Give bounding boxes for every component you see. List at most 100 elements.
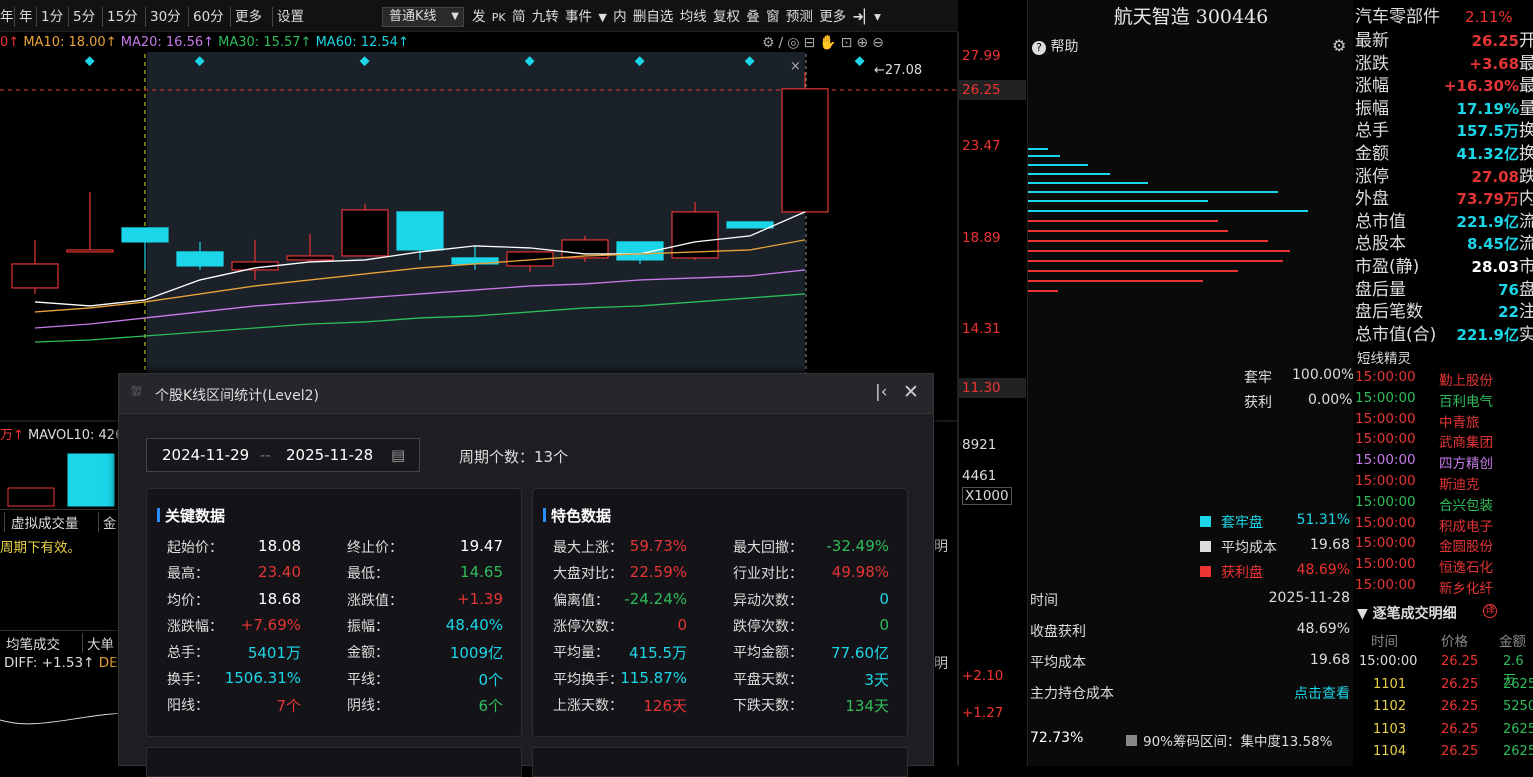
- tool-remove-watch[interactable]: 删自选: [633, 9, 674, 25]
- short-elf-row[interactable]: 15:00:00 积成电子: [1355, 515, 1533, 535]
- chip-stat-row[interactable]: 主力持仓成本 点击查看: [1030, 683, 1350, 703]
- key-label: 最高：: [167, 566, 209, 583]
- key-value: +1.39: [457, 589, 503, 608]
- short-elf-time: 15:00:00: [1355, 452, 1416, 469]
- tool-events-dropdown[interactable]: ▼: [598, 11, 606, 24]
- event-marker[interactable]: [84, 56, 95, 67]
- period-5min[interactable]: 5分: [68, 7, 95, 27]
- tool-ma[interactable]: 均线: [680, 9, 707, 25]
- help-link[interactable]: ? 帮助: [1032, 36, 1078, 56]
- key-label: 金额：: [347, 645, 389, 662]
- key-label: 阴线：: [347, 697, 389, 714]
- chip-bars: [1028, 148, 1308, 292]
- short-elf-row[interactable]: 15:00:00 武商集团: [1355, 431, 1533, 451]
- gear-icon[interactable]: ⚙: [1332, 36, 1346, 55]
- collapse-icon[interactable]: |‹: [875, 382, 888, 402]
- tool-fa[interactable]: 发: [472, 9, 486, 25]
- tool-pk[interactable]: PK: [492, 11, 506, 24]
- chip-bar: [1028, 290, 1058, 292]
- panel-toggle-icon[interactable]: ➜▏▾: [852, 9, 880, 25]
- key-row: 总手： 5401万 金额： 1009亿: [147, 642, 521, 668]
- close-selection-icon[interactable]: ×: [790, 59, 801, 74]
- tool-forecast[interactable]: 预测: [786, 9, 813, 25]
- chip-bar: [1028, 210, 1308, 212]
- tab-avg-trade[interactable]: 均笔成交: [6, 633, 60, 653]
- chip-stat-row: 收盘获利 48.69%: [1030, 621, 1350, 641]
- tool-jiuzhuan[interactable]: 九转: [532, 9, 559, 25]
- period-year[interactable]: 年: [0, 7, 14, 27]
- quote-value: +16.30%: [1443, 77, 1519, 96]
- short-elf-stock: 合兴包装: [1439, 497, 1493, 514]
- concentration-text: 90%筹码区间：集中度13.58%: [1126, 730, 1332, 750]
- period-60min[interactable]: 60分: [188, 7, 224, 27]
- tool-more[interactable]: 更多: [819, 9, 846, 25]
- short-elf-row[interactable]: 15:00:00 百利电气: [1355, 389, 1533, 410]
- volume-bar: [7, 487, 55, 507]
- tool-events[interactable]: 事件: [565, 9, 592, 25]
- axis-tick-3: 18.89: [962, 230, 1001, 246]
- dialog-title-bar: ⛆ 个股K线区间统计(Level2) |‹ ✕: [119, 374, 933, 414]
- period-year-2[interactable]: 年: [14, 7, 33, 27]
- quote-row: 金额 41.32亿换: [1355, 143, 1533, 165]
- quote-value: 221.9亿: [1456, 212, 1519, 231]
- short-elf-row[interactable]: 15:00:00 中青旅: [1355, 411, 1533, 431]
- tab-gold[interactable]: 金: [98, 512, 117, 532]
- tab-virtual-volume[interactable]: 虚拟成交量: [4, 512, 79, 532]
- period-30min[interactable]: 30分: [145, 7, 181, 27]
- tool-adjust[interactable]: 复权: [713, 9, 740, 25]
- feat-label: 下跌天数：: [733, 697, 803, 714]
- sector-name[interactable]: 汽车零部件: [1355, 6, 1440, 28]
- period-more[interactable]: 更多: [230, 7, 262, 27]
- short-elf-row[interactable]: 15:00:00 四方精创: [1355, 452, 1533, 472]
- quote-row: 盘后量 76 盘: [1355, 279, 1533, 301]
- axis-tick-5: 11.30: [958, 378, 1026, 398]
- tab-big-order[interactable]: 大单: [82, 633, 114, 653]
- feat-label: 平均量：: [553, 645, 609, 662]
- feat-label: 行业对比：: [733, 566, 803, 583]
- period-15min[interactable]: 15分: [102, 7, 138, 27]
- settings-button[interactable]: 设置: [272, 7, 304, 27]
- short-elf-time: 15:00:00: [1355, 389, 1416, 406]
- close-icon[interactable]: ✕: [903, 381, 919, 403]
- short-elf-row[interactable]: 15:00:00 新乡化纤: [1355, 577, 1533, 597]
- key-label: 均价：: [167, 592, 209, 609]
- calendar-icon[interactable]: ▤: [391, 439, 405, 471]
- feature-data-title: 特色数据: [542, 507, 612, 525]
- key-row: 涨跌幅： +7.69% 振幅： 48.40%: [147, 616, 521, 642]
- event-marker[interactable]: [854, 56, 865, 67]
- stats-icon: ⛆: [131, 385, 142, 400]
- feat-row: 涨停次数： 0 跌停次数： 0: [533, 616, 907, 642]
- quote-label: 总市值(合): [1355, 324, 1437, 345]
- tick-time: 1104: [1373, 744, 1407, 759]
- tool-overlay[interactable]: 叠: [746, 9, 760, 25]
- tick-time: 1101: [1373, 676, 1407, 692]
- kline-type-select[interactable]: 普通K线 ▼: [382, 7, 464, 27]
- short-elf-row[interactable]: 15:00:00 合兴包装: [1355, 494, 1533, 514]
- profit-value: 0.00%: [1308, 392, 1353, 408]
- feat-label: 平均金额：: [733, 645, 803, 662]
- key-value: 19.47: [460, 537, 503, 555]
- feat-value: 3天: [864, 670, 889, 689]
- quote-label: 盘后量: [1355, 279, 1406, 300]
- feat-value: 134天: [845, 696, 889, 715]
- quote-value: 157.5万: [1456, 122, 1519, 141]
- indicator-tabs-2: 均笔成交 大单: [0, 630, 118, 653]
- short-elf-row[interactable]: 15:00:00 勤上股份: [1355, 369, 1533, 389]
- tool-nei[interactable]: 内: [613, 9, 627, 25]
- candle-body: [121, 227, 169, 243]
- period-1min[interactable]: 1分: [36, 7, 63, 27]
- short-elf-row[interactable]: 15:00:00 斯迪克: [1355, 473, 1533, 493]
- quote-row: 涨幅 +16.30% 最: [1355, 75, 1533, 97]
- tool-window[interactable]: 窗: [766, 9, 780, 25]
- short-elf-row[interactable]: 15:00:00 金圆股份: [1355, 535, 1533, 555]
- feat-row: 偏离值： -24.24% 异动次数： 0: [533, 590, 907, 616]
- tool-jian[interactable]: 简: [512, 9, 526, 25]
- tick-price: 26.25: [1441, 721, 1479, 737]
- tick-price: 26.25: [1441, 744, 1479, 759]
- short-elf-row[interactable]: 15:00:00 恒逸石化: [1355, 556, 1533, 576]
- tick-time: 15:00:00: [1359, 654, 1418, 669]
- date-range-picker[interactable]: 2024-11-29 -- 2025-11-28 ▤: [146, 438, 420, 472]
- key-label: 总手：: [167, 645, 209, 662]
- quote-label: 总手: [1355, 121, 1389, 142]
- feat-value: -32.49%: [826, 537, 889, 555]
